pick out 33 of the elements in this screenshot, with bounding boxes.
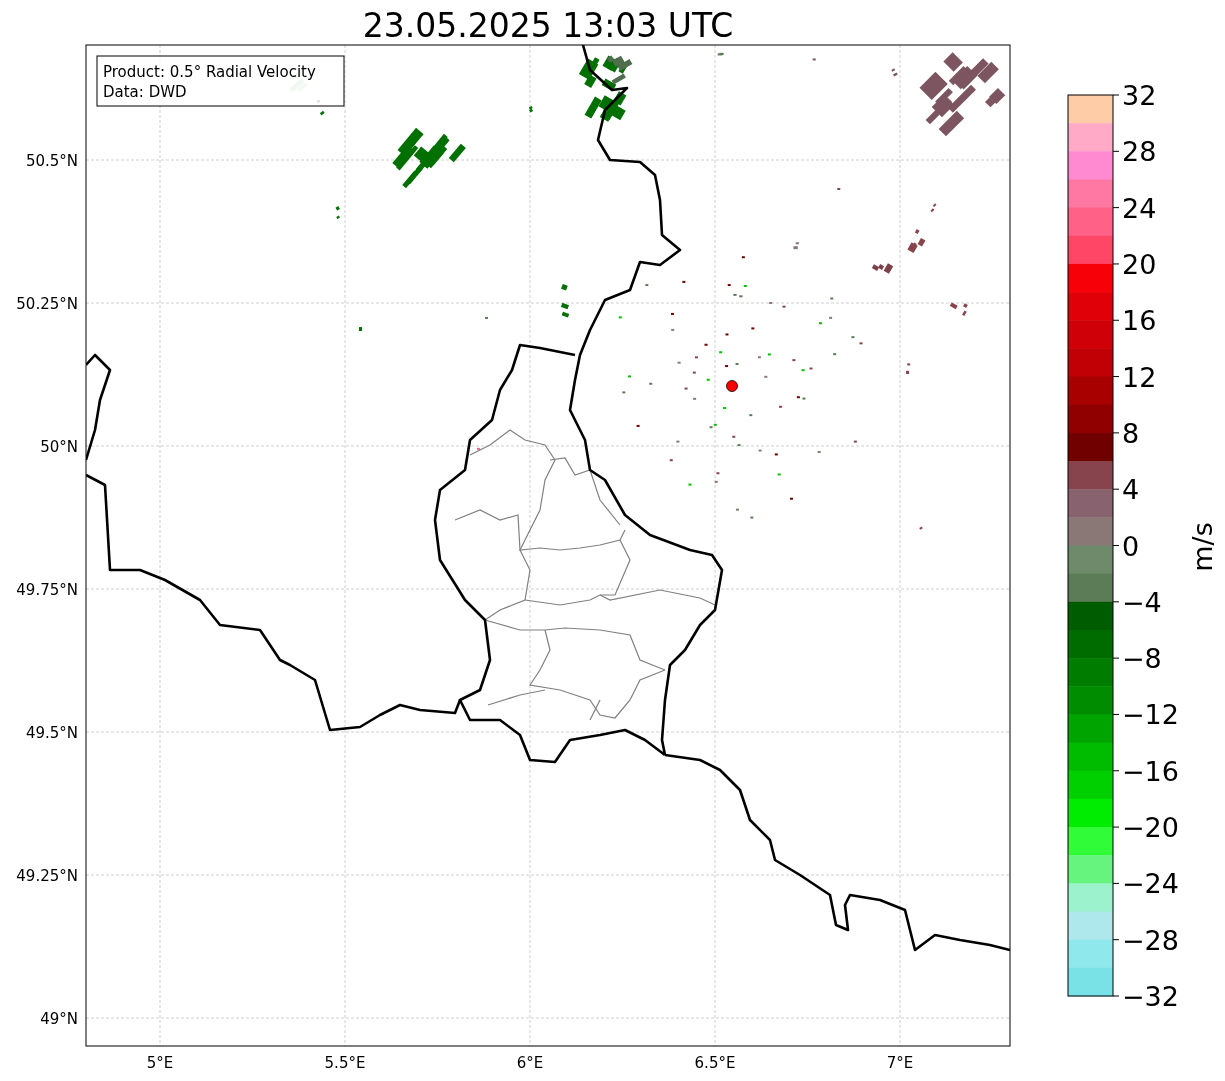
axis-tick-label: 49°N (40, 1010, 78, 1028)
colorbar-tick-label: 24 (1122, 192, 1157, 224)
axis-tick-label: 49.5°N (25, 724, 78, 742)
axis-tick-label: 49.75°N (16, 581, 78, 599)
colorbar-tick-label: 16 (1122, 305, 1157, 337)
colorbar-tick-label: −4 (1122, 586, 1162, 618)
axis-tick-label: 7°E (886, 1054, 914, 1072)
axis-tick-label: 50.25°N (16, 295, 78, 313)
colorbar-tick-label: 20 (1122, 248, 1157, 280)
colorbar-tick-label: 32 (1122, 80, 1157, 111)
colorbar-tick-label: −16 (1122, 755, 1179, 787)
axis-tick-label: 50.5°N (25, 152, 78, 170)
axis-tick-label: 6°E (516, 1054, 544, 1072)
colorbar-tick-label: −8 (1122, 643, 1162, 675)
axis-tick-label: 50°N (40, 438, 78, 456)
colorbar-tick-label: 12 (1122, 361, 1157, 393)
axis-tick-label: 5.5°E (324, 1054, 366, 1072)
colorbar-tick-label: −20 (1122, 812, 1179, 844)
colorbar-label: m/s (1187, 522, 1218, 572)
chart-title: 23.05.2025 13:03 UTC (362, 6, 734, 45)
colorbar-tick-label: −32 (1122, 981, 1179, 1012)
colorbar-tick-label: −24 (1122, 868, 1179, 900)
legend-text: Product: 0.5° Radial Velocity (103, 63, 316, 81)
colorbar-tick-label: −28 (1122, 924, 1179, 956)
axis-tick-label: 6.5°E (694, 1054, 736, 1072)
colorbar-tick-label: 28 (1122, 136, 1157, 168)
colorbar-tick-label: 0 (1122, 530, 1140, 562)
legend-text: Data: DWD (103, 83, 187, 101)
colorbar-tick-label: 4 (1122, 474, 1140, 506)
colorbar-tick-label: −12 (1122, 699, 1179, 731)
axis-tick-label: 5°E (146, 1054, 174, 1072)
axis-tick-label: 49.25°N (16, 867, 78, 885)
colorbar-tick-label: 8 (1122, 417, 1140, 449)
